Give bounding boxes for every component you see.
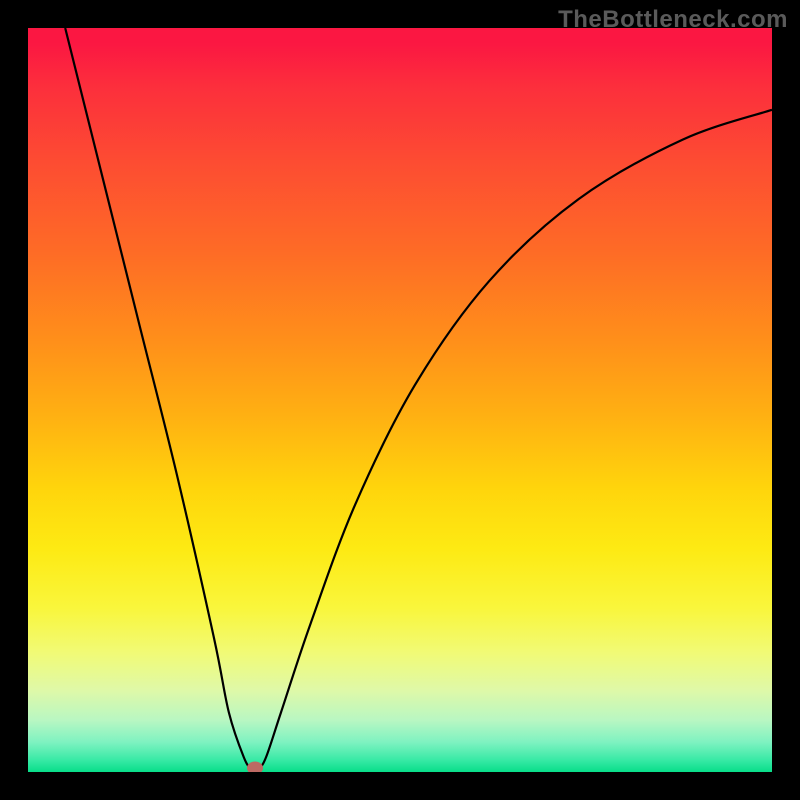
watermark-text: TheBottleneck.com: [558, 6, 788, 34]
plot-area: [28, 28, 772, 772]
bottleneck-curve: [65, 28, 772, 770]
optimum-marker: [247, 762, 263, 772]
chart-frame: TheBottleneck.com: [0, 0, 800, 800]
curve-layer: [28, 28, 772, 772]
